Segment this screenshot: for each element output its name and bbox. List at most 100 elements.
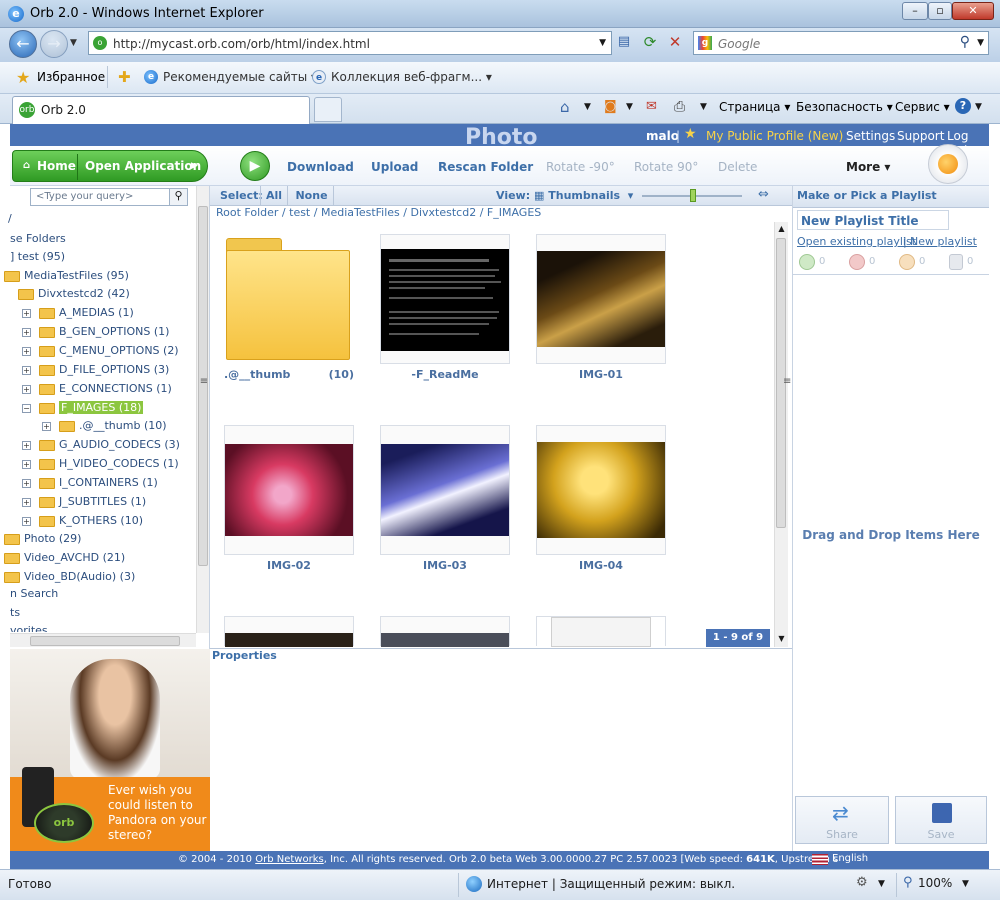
delete-button[interactable]: Delete [718, 160, 757, 174]
orb-networks-link[interactable]: Orb Networks [255, 854, 323, 865]
rotate-right-button[interactable]: Rotate 90° [634, 160, 698, 174]
breadcrumb-test[interactable]: test [289, 206, 310, 219]
tree-item-e-connections[interactable]: + E_CONNECTIONS (1) [22, 382, 172, 395]
tree-item-ts[interactable]: ts [10, 606, 20, 619]
grid-caption-readme[interactable]: -F_ReadMe [380, 368, 510, 381]
sidebar-hscrollbar[interactable] [10, 633, 196, 647]
help-icon[interactable]: ? [955, 98, 971, 114]
content-vscrollbar[interactable]: ▲ ▼ [774, 222, 788, 647]
rotate-left-button[interactable]: Rotate -90° [546, 160, 615, 174]
sidebar-vscrollbar[interactable] [196, 186, 209, 633]
breadcrumb-divx[interactable]: Divxtestcd2 [411, 206, 477, 219]
breadcrumb-images[interactable]: F_IMAGES [487, 206, 541, 219]
breadcrumb-media[interactable]: MediaTestFiles [321, 206, 400, 219]
zoom-icon[interactable]: ⚲ [903, 875, 913, 890]
suggested-sites-link[interactable]: Рекомендуемые сайты ▾ [163, 70, 317, 84]
expand-icon[interactable]: + [22, 308, 31, 318]
tree-item-search[interactable]: n Search [10, 587, 58, 600]
print-dropdown-icon[interactable]: ▼ [700, 102, 707, 112]
tree-item-test[interactable]: ] test (95) [10, 250, 65, 263]
favorites-button[interactable]: Избранное [37, 70, 105, 84]
zoom-level[interactable]: 100% [918, 876, 952, 890]
web-slice-gallery-link[interactable]: Коллекция веб-фрагм... ▾ [331, 70, 492, 84]
download-button[interactable]: Download [287, 160, 354, 174]
expand-icon[interactable]: + [22, 365, 31, 375]
share-button[interactable]: ⇄ Share [795, 796, 889, 844]
grid-item-readme[interactable] [380, 234, 510, 364]
tree-item-photo[interactable]: Photo (29) [4, 532, 81, 545]
search-box[interactable]: g Google ⚲ ▼ [693, 31, 989, 55]
support-link[interactable]: Support [897, 129, 944, 143]
mail-icon[interactable]: ✉ [646, 99, 657, 114]
tree-item-c-menu-options[interactable]: + C_MENU_OPTIONS (2) [22, 344, 179, 357]
home-button[interactable]: Home [37, 159, 76, 173]
search-icon[interactable]: ⚲ [960, 34, 970, 50]
grid-item-folder[interactable] [224, 234, 354, 364]
tree-item-divxtestcd2[interactable]: Divxtestcd2 (42) [18, 287, 130, 300]
feeds-dropdown-icon[interactable]: ▼ [626, 102, 633, 112]
expand-icon[interactable]: + [22, 327, 31, 337]
save-button[interactable]: Save [895, 796, 987, 844]
address-bar[interactable]: o http://mycast.orb.com/orb/html/index.h… [88, 31, 612, 55]
tree-item-h-video-codecs[interactable]: + H_VIDEO_CODECS (1) [22, 457, 179, 470]
add-favorites-icon[interactable]: ✚ [118, 68, 131, 86]
photo-playlist-icon[interactable] [949, 254, 963, 270]
expand-icon[interactable]: + [22, 440, 31, 450]
tree-item-d-file-options[interactable]: + D_FILE_OPTIONS (3) [22, 363, 169, 376]
pandora-ad[interactable]: orb Ever wish you could listen to Pandor… [10, 649, 210, 851]
select-none-button[interactable]: None [290, 186, 334, 205]
tools-menu[interactable]: Сервис ▾ [895, 100, 950, 114]
grid-item-img-01[interactable] [536, 234, 666, 364]
sidebar-search-input[interactable]: <Type your query> ⚲ [30, 188, 188, 206]
grid-caption-folder[interactable]: .@__thumb (10) [224, 368, 354, 381]
tree-item-favorites[interactable]: vorites [10, 624, 48, 632]
settings-link[interactable]: Settings [846, 129, 895, 143]
expand-icon[interactable]: + [22, 384, 31, 394]
grid-caption-img-02[interactable]: IMG-02 [224, 559, 354, 572]
expand-icon[interactable]: + [42, 421, 51, 431]
tree-item-b-gen-options[interactable]: + B_GEN_OPTIONS (1) [22, 325, 169, 338]
scroll-down-icon[interactable]: ▼ [775, 632, 788, 646]
open-application-button[interactable]: Open Application [85, 159, 201, 173]
back-button[interactable]: ← [9, 30, 37, 58]
left-splitter-handle[interactable]: ≡ [199, 376, 209, 406]
safety-menu[interactable]: Безопасность ▾ [796, 100, 893, 114]
breadcrumb-root[interactable]: Root Folder [216, 206, 278, 219]
home-dropdown-icon[interactable]: ▼ [584, 102, 591, 112]
feeds-icon[interactable]: ◙ [604, 99, 617, 114]
music-playlist-icon[interactable] [899, 254, 915, 270]
grid-caption-img-04[interactable]: IMG-04 [536, 559, 666, 572]
scroll-up-icon[interactable]: ▲ [775, 222, 788, 236]
collapse-icon[interactable]: − [22, 403, 31, 413]
language-select[interactable]: English [832, 853, 868, 864]
audio-playlist-icon[interactable] [849, 254, 865, 270]
public-profile-link[interactable]: My Public Profile (New) [706, 129, 843, 143]
view-mode-select[interactable]: ▦ Thumbnails ▾ [534, 189, 633, 202]
grid-caption-img-03[interactable]: IMG-03 [380, 559, 510, 572]
tab-orb[interactable]: orb Orb 2.0 [12, 96, 310, 124]
forward-button[interactable]: → [40, 30, 68, 58]
grid-item-img-04[interactable] [536, 425, 666, 555]
zoom-slider-thumb[interactable] [690, 189, 696, 202]
tree-item-mediatestfiles[interactable]: MediaTestFiles (95) [4, 269, 129, 282]
protected-dropdown-icon[interactable]: ▼ [878, 879, 885, 889]
home-icon[interactable]: ⌂ [560, 98, 570, 116]
play-icon[interactable]: ▶ [240, 151, 270, 181]
help-dropdown-icon[interactable]: ▼ [975, 102, 982, 112]
tree-item-video-avchd[interactable]: Video_AVCHD (21) [4, 551, 125, 564]
stop-icon[interactable]: ✕ [665, 33, 685, 53]
grid-item-img-05[interactable] [224, 616, 354, 647]
expand-icon[interactable]: + [22, 459, 31, 469]
tree-item-video-bd[interactable]: Video_BD(Audio) (3) [4, 570, 135, 583]
grid-item-img-02[interactable] [224, 425, 354, 555]
tree-item-k-others[interactable]: + K_OTHERS (10) [22, 514, 143, 527]
sidebar-hscroll-thumb[interactable] [30, 636, 180, 646]
expand-icon[interactable]: + [22, 478, 31, 488]
new-tab-button[interactable] [314, 97, 342, 122]
tree-item-thumb[interactable]: + .@__thumb (10) [42, 419, 167, 432]
refresh-icon[interactable]: ⟳ [640, 33, 660, 53]
expand-icon[interactable]: + [22, 516, 31, 526]
upload-button[interactable]: Upload [371, 160, 418, 174]
select-all-button[interactable]: All [260, 186, 288, 205]
tree-item-i-containers[interactable]: + I_CONTAINERS (1) [22, 476, 158, 489]
